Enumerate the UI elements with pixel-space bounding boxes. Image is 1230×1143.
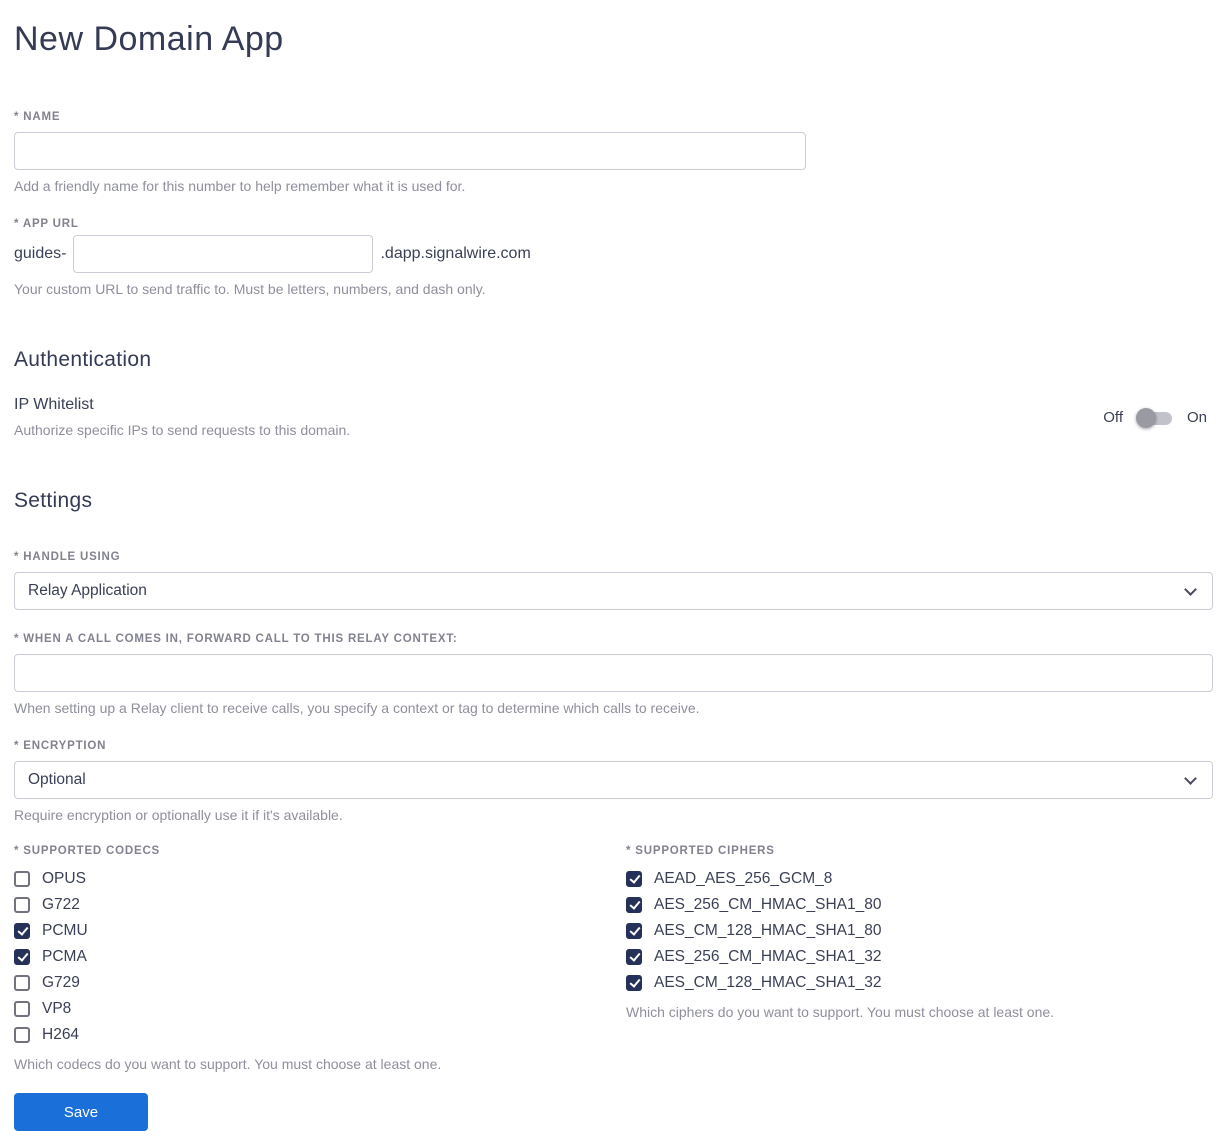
checkbox-icon[interactable] xyxy=(14,949,30,965)
checkbox-icon[interactable] xyxy=(626,923,642,939)
ip-whitelist-row: IP Whitelist Authorize specific IPs to s… xyxy=(14,396,1213,439)
app-url-label: * APP URL xyxy=(14,218,79,230)
codec-checkbox-row[interactable]: OPUS xyxy=(14,866,626,892)
supported-ciphers-label: * SUPPORTED CIPHERS xyxy=(626,845,775,857)
checkbox-label: AES_CM_128_HMAC_SHA1_32 xyxy=(654,974,882,991)
checkbox-icon[interactable] xyxy=(626,975,642,991)
codec-checkbox-row[interactable]: VP8 xyxy=(14,996,626,1022)
cipher-checkbox-row[interactable]: AES_256_CM_HMAC_SHA1_80 xyxy=(626,892,1213,918)
app-url-input[interactable] xyxy=(73,235,374,273)
chevron-down-icon xyxy=(1184,583,1197,596)
checkbox-icon[interactable] xyxy=(14,1027,30,1043)
toggle-knob-icon xyxy=(1135,407,1156,428)
checkbox-label: AES_256_CM_HMAC_SHA1_32 xyxy=(654,948,882,965)
relay-context-input[interactable] xyxy=(14,654,1213,692)
checkbox-icon[interactable] xyxy=(626,897,642,913)
supported-ciphers-section: * SUPPORTED CIPHERS AEAD_AES_256_GCM_8 A… xyxy=(626,845,1213,1021)
checkbox-label: H264 xyxy=(42,1026,80,1043)
encryption-select[interactable]: Optional xyxy=(14,761,1213,799)
authentication-heading: Authentication xyxy=(14,348,152,371)
checkbox-icon[interactable] xyxy=(14,897,30,913)
checkbox-label: AES_256_CM_HMAC_SHA1_80 xyxy=(654,896,882,913)
settings-heading: Settings xyxy=(14,489,93,512)
ip-whitelist-label: IP Whitelist xyxy=(14,396,94,413)
ip-whitelist-helper: Authorize specific IPs to send requests … xyxy=(14,422,351,438)
relay-context-helper: When setting up a Relay client to receiv… xyxy=(14,700,700,716)
name-label: * NAME xyxy=(14,111,61,123)
checkbox-label: PCMA xyxy=(42,948,87,965)
codec-checkbox-row[interactable]: PCMA xyxy=(14,944,626,970)
handle-using-value: Relay Application xyxy=(28,582,147,599)
cipher-checkbox-row[interactable]: AES_CM_128_HMAC_SHA1_32 xyxy=(626,970,1213,996)
save-button[interactable]: Save xyxy=(14,1093,148,1131)
checkbox-icon[interactable] xyxy=(14,923,30,939)
codec-checkbox-row[interactable]: H264 xyxy=(14,1022,626,1048)
handle-using-label: * HANDLE USING xyxy=(14,551,121,563)
toggle-off-label: Off xyxy=(1103,409,1123,426)
checkbox-label: G722 xyxy=(42,896,80,913)
cipher-list: AEAD_AES_256_GCM_8 AES_256_CM_HMAC_SHA1_… xyxy=(626,866,1213,996)
codec-list: OPUS G722 PCMU PCMA G729 VP8 H264 xyxy=(14,866,626,1048)
checkbox-icon[interactable] xyxy=(626,949,642,965)
cipher-checkbox-row[interactable]: AES_CM_128_HMAC_SHA1_80 xyxy=(626,918,1213,944)
encryption-value: Optional xyxy=(28,771,86,788)
chevron-down-icon xyxy=(1184,772,1197,785)
cipher-checkbox-row[interactable]: AEAD_AES_256_GCM_8 xyxy=(626,866,1213,892)
supported-codecs-label: * SUPPORTED CODECS xyxy=(14,845,161,857)
checkbox-label: G729 xyxy=(42,974,80,991)
app-url-prefix: guides- xyxy=(14,245,67,262)
codec-checkbox-row[interactable]: G729 xyxy=(14,970,626,996)
ip-whitelist-toggle-group: Off On xyxy=(1103,407,1213,428)
app-url-helper: Your custom URL to send traffic to. Must… xyxy=(14,281,486,297)
checkbox-label: AES_CM_128_HMAC_SHA1_80 xyxy=(654,922,882,939)
checkbox-icon[interactable] xyxy=(14,975,30,991)
checkbox-label: AEAD_AES_256_GCM_8 xyxy=(654,870,833,887)
checkbox-icon[interactable] xyxy=(14,1001,30,1017)
checkbox-icon[interactable] xyxy=(626,871,642,887)
checkbox-label: OPUS xyxy=(42,870,86,887)
checkbox-icon[interactable] xyxy=(14,871,30,887)
toggle-on-label: On xyxy=(1186,409,1207,426)
codec-cipher-columns: * SUPPORTED CODECS OPUS G722 PCMU PCMA G… xyxy=(14,845,1213,1073)
checkbox-label: VP8 xyxy=(42,1000,72,1017)
encryption-helper: Require encryption or optionally use it … xyxy=(14,807,343,823)
page-title: New Domain App xyxy=(14,20,284,58)
encryption-label: * ENCRYPTION xyxy=(14,740,107,752)
cipher-checkbox-row[interactable]: AES_256_CM_HMAC_SHA1_32 xyxy=(626,944,1213,970)
codec-checkbox-row[interactable]: PCMU xyxy=(14,918,626,944)
supported-codecs-section: * SUPPORTED CODECS OPUS G722 PCMU PCMA G… xyxy=(14,845,626,1073)
codecs-helper: Which codecs do you want to support. You… xyxy=(14,1056,442,1072)
new-domain-app-form: New Domain App * NAME Add a friendly nam… xyxy=(0,0,1230,1131)
ip-whitelist-text: IP Whitelist Authorize specific IPs to s… xyxy=(14,396,350,439)
name-helper: Add a friendly name for this number to h… xyxy=(14,178,466,194)
ip-whitelist-toggle[interactable] xyxy=(1135,407,1174,428)
codec-checkbox-row[interactable]: G722 xyxy=(14,892,626,918)
ciphers-helper: Which ciphers do you want to support. Yo… xyxy=(626,1004,1055,1020)
handle-using-select[interactable]: Relay Application xyxy=(14,572,1213,610)
app-url-row: guides- .dapp.signalwire.com xyxy=(14,235,1213,273)
name-input[interactable] xyxy=(14,132,806,170)
relay-context-label: * WHEN A CALL COMES IN, FORWARD CALL TO … xyxy=(14,633,458,645)
app-url-suffix: .dapp.signalwire.com xyxy=(380,245,531,262)
checkbox-label: PCMU xyxy=(42,922,88,939)
